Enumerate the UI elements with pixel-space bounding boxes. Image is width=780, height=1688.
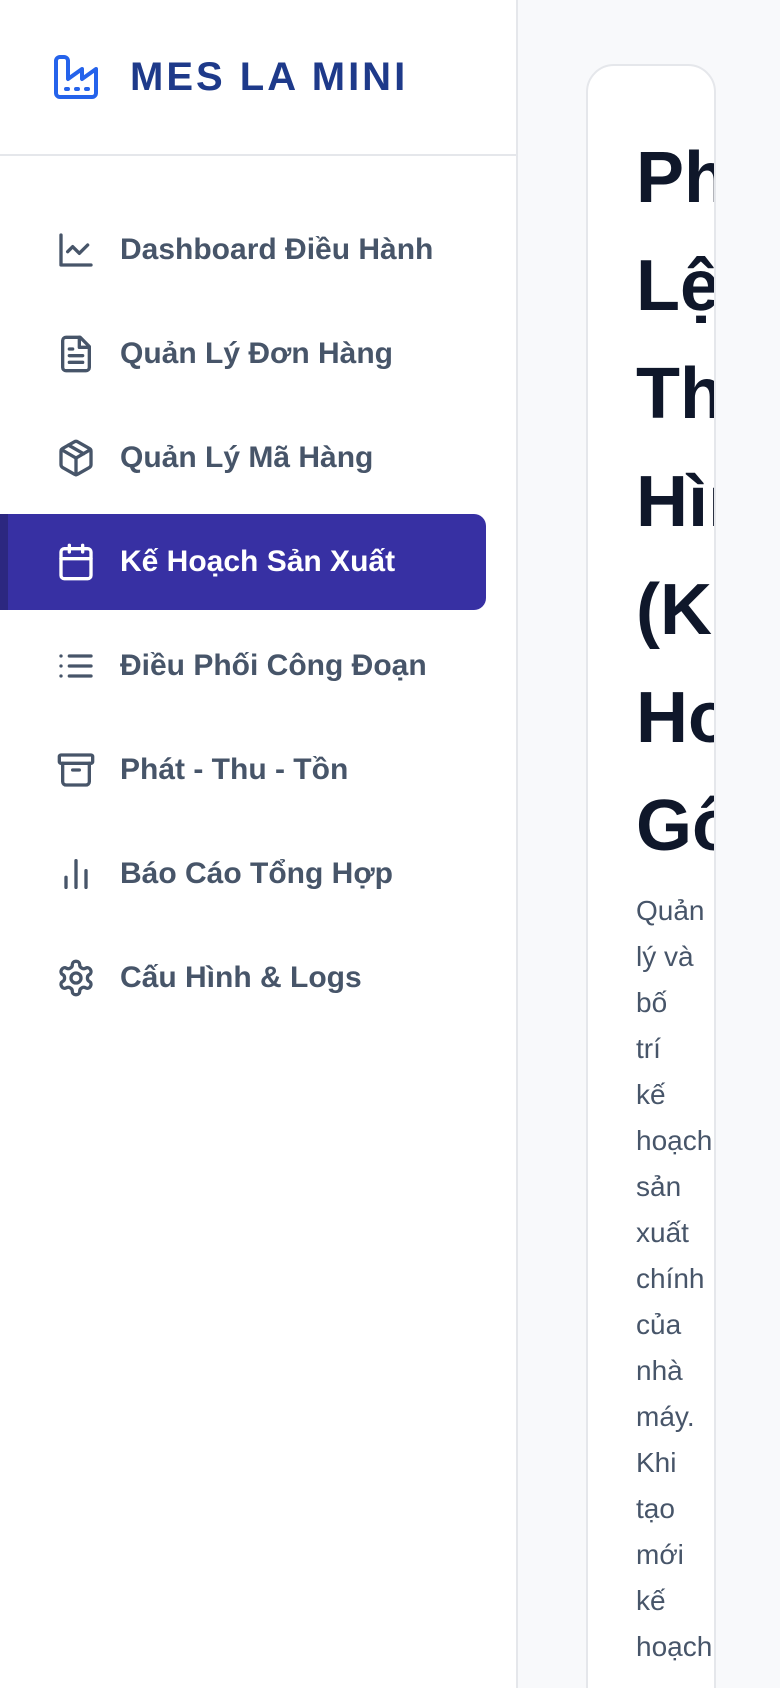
document-icon xyxy=(56,334,96,374)
sidebar-item-label: Quản Lý Đơn Hàng xyxy=(120,337,394,370)
sidebar-item-label: Kế Hoạch Sản Xuất xyxy=(120,545,396,578)
app-root: MES LA MINI Dashboard Điều Hành Quản Lý … xyxy=(0,0,780,1688)
sidebar-item-dashboard[interactable]: Dashboard Điều Hành xyxy=(0,202,486,298)
gear-icon xyxy=(56,958,96,998)
sidebar-item-dispatch[interactable]: Điều Phối Công Đoạn xyxy=(0,618,486,714)
sidebar-item-label: Điều Phối Công Đoạn xyxy=(120,649,427,682)
package-icon xyxy=(56,438,96,478)
chart-line-icon xyxy=(56,230,96,270)
archive-icon xyxy=(56,750,96,790)
list-icon xyxy=(56,646,96,686)
sidebar: MES LA MINI Dashboard Điều Hành Quản Lý … xyxy=(0,0,518,1688)
bar-chart-icon xyxy=(56,854,96,894)
brand-header: MES LA MINI xyxy=(0,0,516,156)
calendar-icon xyxy=(56,542,96,582)
sidebar-item-label: Báo Cáo Tổng Hợp xyxy=(120,857,393,890)
sidebar-item-orders[interactable]: Quản Lý Đơn Hàng xyxy=(0,306,486,402)
sidebar-item-production-plan[interactable]: Kế Hoạch Sản Xuất xyxy=(0,514,486,610)
brand-name[interactable]: MES LA MINI xyxy=(130,55,408,100)
page-card: Ph Lệ Th Hìı (Kε Ho Gố Quản lý và bố trí… xyxy=(586,64,716,1688)
sidebar-item-products[interactable]: Quản Lý Mã Hàng xyxy=(0,410,486,506)
sidebar-item-label: Cấu Hình & Logs xyxy=(120,961,362,994)
sidebar-item-settings[interactable]: Cấu Hình & Logs xyxy=(0,930,486,1026)
main-content: Ph Lệ Th Hìı (Kε Ho Gố Quản lý và bố trí… xyxy=(520,0,780,1688)
sidebar-item-label: Quản Lý Mã Hàng xyxy=(120,441,374,474)
page-description: Quản lý và bố trí kế hoạch sản xuất chín… xyxy=(636,895,713,1662)
sidebar-item-label: Phát - Thu - Tồn xyxy=(120,753,349,786)
sidebar-item-reports[interactable]: Báo Cáo Tổng Hợp xyxy=(0,826,486,922)
sidebar-item-inventory[interactable]: Phát - Thu - Tồn xyxy=(0,722,486,818)
page-title: Ph Lệ Th Hìı (Kε Ho Gố xyxy=(636,138,716,866)
factory-icon xyxy=(52,53,100,101)
sidebar-item-label: Dashboard Điều Hành xyxy=(120,233,434,266)
